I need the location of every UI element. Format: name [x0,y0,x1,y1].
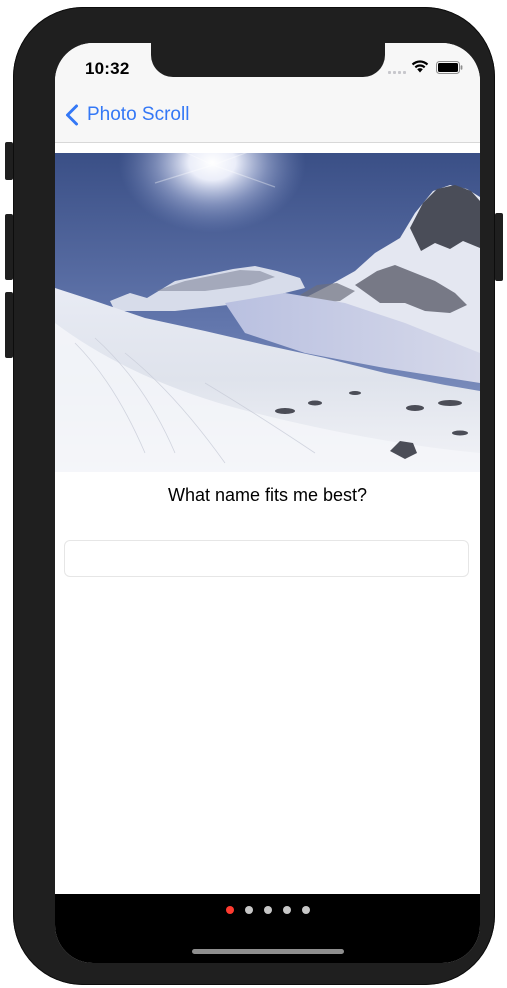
wifi-icon [411,60,429,73]
home-indicator[interactable] [192,949,344,954]
back-button[interactable]: Photo Scroll [63,99,189,131]
volume-down-button [5,292,13,358]
name-input[interactable] [64,540,469,577]
chevron-left-icon [66,104,78,126]
page-control-bar [55,894,480,963]
mountain-photo[interactable] [55,153,480,472]
status-time: 10:32 [85,59,130,78]
phone-frame: 10:32 Photo Scroll What name fits me bes… [5,7,503,985]
page-dot[interactable] [282,906,291,914]
device-notch [151,43,385,77]
page-control[interactable] [55,906,480,914]
battery-icon [436,61,463,74]
page-dot[interactable] [301,906,310,914]
cellular-signal-icon [388,71,406,74]
question-label: What name fits me best? [167,485,368,505]
screen: 10:32 Photo Scroll What name fits me bes… [55,43,480,963]
page-dot[interactable] [244,906,253,914]
page-dot[interactable] [225,906,234,914]
navigation-bar: Photo Scroll [55,87,480,143]
power-button [495,213,503,281]
back-button-label: Photo Scroll [87,104,190,125]
page-dot[interactable] [263,906,272,914]
volume-up-button [5,214,13,280]
silent-switch [5,142,13,180]
